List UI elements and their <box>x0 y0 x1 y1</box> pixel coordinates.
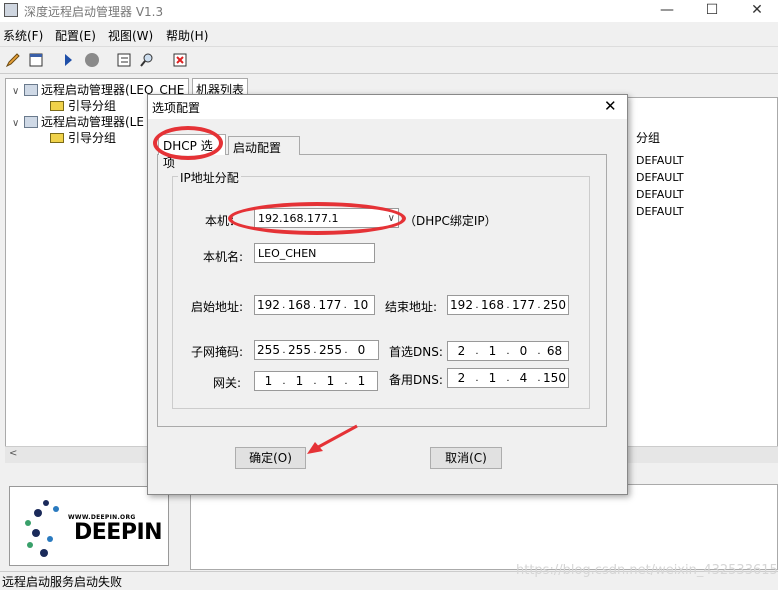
subnet-mask-label: 子网掩码: <box>191 345 244 359</box>
stop-icon[interactable] <box>82 50 102 70</box>
list-item[interactable]: DEFAULT <box>636 154 684 167</box>
chevron-down-icon[interactable]: ∨ <box>12 118 24 129</box>
watermark: https://blog.csdn.net/weixin_43253361545 <box>516 563 778 578</box>
list-item[interactable]: DEFAULT <box>636 171 684 184</box>
end-address-label: 结束地址: <box>385 300 438 314</box>
play-icon[interactable] <box>58 50 78 70</box>
dialog-close-icon[interactable]: ✕ <box>604 97 617 115</box>
gateway-input[interactable]: 1.1.1.1 <box>254 371 378 391</box>
subnet-mask-input[interactable]: 255. 255. 255. 0 <box>254 340 379 360</box>
logo-swirl-icon <box>25 500 59 557</box>
cancel-button[interactable]: 取消(C) <box>430 447 502 469</box>
computer-icon <box>24 84 38 96</box>
group-icon <box>50 101 64 111</box>
search-icon[interactable] <box>137 50 157 70</box>
horizontal-scrollbar[interactable] <box>628 446 778 463</box>
minimize-button[interactable]: — <box>644 0 690 22</box>
dialog-title-bar <box>148 95 627 119</box>
group-icon <box>50 133 64 143</box>
delete-icon[interactable] <box>170 50 190 70</box>
maximize-button[interactable]: ☐ <box>689 0 735 22</box>
primary-dns-label: 首选DNS: <box>389 345 443 359</box>
annotation-arrow-icon <box>307 424 358 454</box>
annotation-ellipse-tab <box>153 126 223 160</box>
menu-config[interactable]: 配置(E) <box>55 27 96 44</box>
status-text: 远程启动服务启动失败 <box>2 575 123 589</box>
app-icon <box>4 3 18 17</box>
tree-node-boot-group[interactable]: 引导分组 <box>50 97 116 114</box>
annotation-ellipse-ip <box>228 202 406 235</box>
tree-node-label: 引导分组 <box>68 99 117 113</box>
ok-button[interactable]: 确定(O) <box>235 447 306 469</box>
pencil-icon[interactable] <box>3 50 23 70</box>
secondary-dns-input[interactable]: 2. 1. 4. 150 <box>447 368 569 388</box>
hostname-label: 本机名: <box>203 250 244 264</box>
start-address-input[interactable]: 192. 168. 177. 10 <box>254 295 375 315</box>
gateway-label: 网关: <box>213 376 242 390</box>
tree-node-manager[interactable]: ∨ 远程启动管理器(LE <box>12 113 144 130</box>
column-header-group[interactable]: 分组 <box>636 129 660 146</box>
list-item[interactable]: DEFAULT <box>636 205 684 218</box>
tree-node-label: 远程启动管理器(LE <box>41 115 144 129</box>
window-icon[interactable] <box>26 50 46 70</box>
chevron-down-icon[interactable]: ∨ <box>12 86 24 97</box>
tree-node-boot-group[interactable]: 引导分组 <box>50 129 116 146</box>
dialog-title: 选项配置 <box>152 101 201 115</box>
tab-boot-config[interactable]: 启动配置 <box>228 136 300 155</box>
dhcp-note: （DHPC绑定IP） <box>404 214 497 228</box>
logo-text: DEEPIN <box>74 520 163 545</box>
list-item[interactable]: DEFAULT <box>636 188 684 201</box>
end-address-input[interactable]: 192. 168. 177. 250 <box>447 295 569 315</box>
start-address-label: 启始地址: <box>191 300 244 314</box>
menu-view[interactable]: 视图(W) <box>108 27 153 44</box>
secondary-dns-label: 备用DNS: <box>389 373 443 387</box>
hostname-input[interactable]: LEO_CHEN <box>254 243 375 263</box>
close-button[interactable]: ✕ <box>734 0 778 22</box>
log-pane <box>190 484 778 570</box>
menu-help[interactable]: 帮助(H) <box>166 27 208 44</box>
window-title: 深度远程启动管理器 V1.3 <box>24 5 164 19</box>
scroll-left-icon[interactable]: < <box>9 448 17 459</box>
primary-dns-input[interactable]: 2. 1. 0. 68 <box>447 341 569 361</box>
tree-node-label: 引导分组 <box>68 131 117 145</box>
properties-icon[interactable] <box>114 50 134 70</box>
computer-icon <box>24 116 38 128</box>
menu-system[interactable]: 系统(F) <box>3 27 43 44</box>
group-title: IP地址分配 <box>178 169 241 186</box>
